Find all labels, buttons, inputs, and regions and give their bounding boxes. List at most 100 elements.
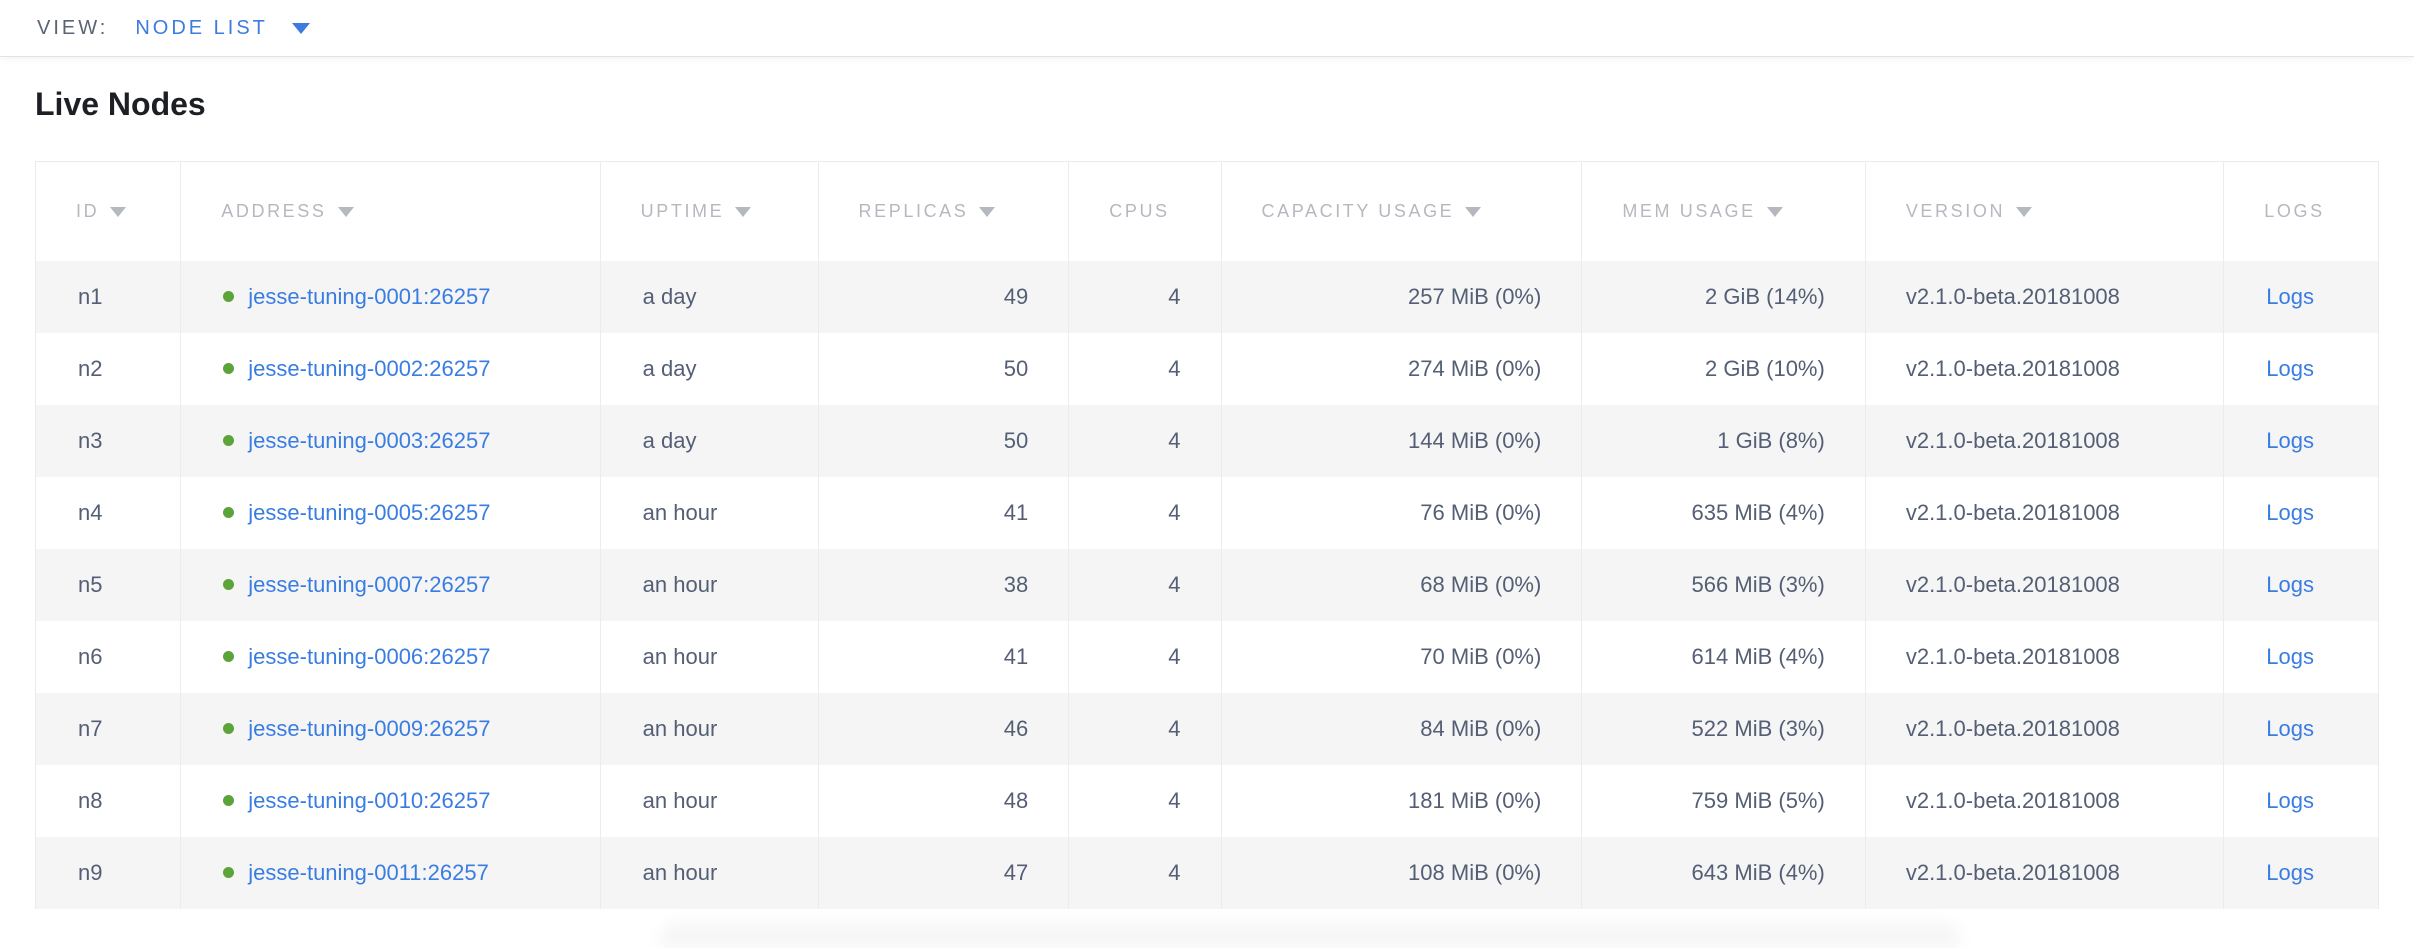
node-capacity-usage-cell: 76 MiB (0%): [1221, 477, 1582, 549]
node-address-link[interactable]: jesse-tuning-0010:26257: [248, 788, 490, 813]
node-id-cell: n7: [36, 693, 181, 765]
node-healthy-status-icon: [223, 723, 234, 734]
node-logs-link[interactable]: Logs: [2266, 572, 2314, 597]
live-nodes-section: Live Nodes ID ADDRESS UPTIME REPLICAS CP…: [0, 82, 2414, 909]
node-logs-link[interactable]: Logs: [2266, 860, 2314, 885]
node-address-cell: jesse-tuning-0010:26257: [181, 765, 600, 837]
node-id-cell: n8: [36, 765, 181, 837]
node-cpus-cell: 4: [1069, 549, 1221, 621]
node-version-cell: v2.1.0-beta.20181008: [1865, 837, 2223, 909]
node-healthy-status-icon: [223, 291, 234, 302]
node-healthy-status-icon: [223, 651, 234, 662]
node-cpus-cell: 4: [1069, 405, 1221, 477]
node-capacity-usage-cell: 181 MiB (0%): [1221, 765, 1582, 837]
table-row: n1 jesse-tuning-0001:26257 a day 49 4 25…: [36, 261, 2379, 333]
column-header-logs: LOGS: [2224, 162, 2379, 261]
node-mem-usage-cell: 759 MiB (5%): [1582, 765, 1866, 837]
node-logs-link[interactable]: Logs: [2266, 356, 2314, 381]
sort-desc-icon: [735, 207, 751, 217]
node-cpus-cell: 4: [1069, 765, 1221, 837]
node-uptime-cell: an hour: [600, 477, 818, 549]
node-logs-cell: Logs: [2224, 621, 2379, 693]
node-capacity-usage-cell: 144 MiB (0%): [1221, 405, 1582, 477]
node-logs-cell: Logs: [2224, 765, 2379, 837]
node-replicas-cell: 50: [818, 405, 1069, 477]
column-header-id[interactable]: ID: [36, 162, 181, 261]
node-logs-link[interactable]: Logs: [2266, 716, 2314, 741]
node-address-link[interactable]: jesse-tuning-0006:26257: [248, 644, 490, 669]
column-header-version[interactable]: VERSION: [1865, 162, 2223, 261]
table-row: n6 jesse-tuning-0006:26257 an hour 41 4 …: [36, 621, 2379, 693]
node-replicas-cell: 50: [818, 333, 1069, 405]
node-address-link[interactable]: jesse-tuning-0003:26257: [248, 428, 490, 453]
node-id-cell: n9: [36, 837, 181, 909]
table-header-row: ID ADDRESS UPTIME REPLICAS CPUS CAPACITY…: [36, 162, 2379, 261]
node-id-cell: n5: [36, 549, 181, 621]
node-mem-usage-cell: 522 MiB (3%): [1582, 693, 1866, 765]
node-address-cell: jesse-tuning-0001:26257: [181, 261, 600, 333]
node-mem-usage-cell: 2 GiB (10%): [1582, 333, 1866, 405]
node-logs-cell: Logs: [2224, 333, 2379, 405]
node-uptime-cell: an hour: [600, 621, 818, 693]
node-address-link[interactable]: jesse-tuning-0005:26257: [248, 500, 490, 525]
node-healthy-status-icon: [223, 579, 234, 590]
node-cpus-cell: 4: [1069, 261, 1221, 333]
node-uptime-cell: a day: [600, 333, 818, 405]
table-body: n1 jesse-tuning-0001:26257 a day 49 4 25…: [36, 261, 2379, 909]
view-selector-bar: VIEW: NODE LIST: [0, 0, 2414, 57]
column-header-replicas[interactable]: REPLICAS: [818, 162, 1069, 261]
node-uptime-cell: an hour: [600, 837, 818, 909]
node-logs-link[interactable]: Logs: [2266, 428, 2314, 453]
node-version-cell: v2.1.0-beta.20181008: [1865, 693, 2223, 765]
bottom-shadow-decoration: [660, 922, 1960, 948]
node-replicas-cell: 41: [818, 477, 1069, 549]
node-id-cell: n3: [36, 405, 181, 477]
node-logs-link[interactable]: Logs: [2266, 284, 2314, 309]
node-id-cell: n4: [36, 477, 181, 549]
live-nodes-table: ID ADDRESS UPTIME REPLICAS CPUS CAPACITY…: [35, 161, 2379, 909]
page-title: Live Nodes: [35, 82, 2379, 126]
node-capacity-usage-cell: 84 MiB (0%): [1221, 693, 1582, 765]
node-mem-usage-cell: 1 GiB (8%): [1582, 405, 1866, 477]
node-capacity-usage-cell: 274 MiB (0%): [1221, 333, 1582, 405]
node-id-cell: n6: [36, 621, 181, 693]
column-header-address[interactable]: ADDRESS: [181, 162, 600, 261]
node-version-cell: v2.1.0-beta.20181008: [1865, 621, 2223, 693]
node-address-link[interactable]: jesse-tuning-0009:26257: [248, 716, 490, 741]
sort-desc-icon: [110, 207, 126, 217]
node-capacity-usage-cell: 108 MiB (0%): [1221, 837, 1582, 909]
table-row: n3 jesse-tuning-0003:26257 a day 50 4 14…: [36, 405, 2379, 477]
node-healthy-status-icon: [223, 507, 234, 518]
node-address-link[interactable]: jesse-tuning-0007:26257: [248, 572, 490, 597]
node-logs-link[interactable]: Logs: [2266, 644, 2314, 669]
node-logs-cell: Logs: [2224, 477, 2379, 549]
sort-desc-icon: [338, 207, 354, 217]
column-header-capacity-usage[interactable]: CAPACITY USAGE: [1221, 162, 1582, 261]
view-dropdown[interactable]: NODE LIST: [135, 17, 310, 40]
node-uptime-cell: a day: [600, 261, 818, 333]
node-replicas-cell: 46: [818, 693, 1069, 765]
node-cpus-cell: 4: [1069, 621, 1221, 693]
node-logs-link[interactable]: Logs: [2266, 788, 2314, 813]
column-header-mem-usage[interactable]: MEM USAGE: [1582, 162, 1866, 261]
node-version-cell: v2.1.0-beta.20181008: [1865, 549, 2223, 621]
sort-desc-icon: [1767, 207, 1783, 217]
view-dropdown-value: NODE LIST: [135, 17, 268, 40]
node-cpus-cell: 4: [1069, 693, 1221, 765]
node-healthy-status-icon: [223, 867, 234, 878]
node-address-link[interactable]: jesse-tuning-0002:26257: [248, 356, 490, 381]
table-row: n9 jesse-tuning-0011:26257 an hour 47 4 …: [36, 837, 2379, 909]
sort-desc-icon: [979, 207, 995, 217]
node-healthy-status-icon: [223, 363, 234, 374]
node-uptime-cell: an hour: [600, 549, 818, 621]
column-header-uptime[interactable]: UPTIME: [600, 162, 818, 261]
node-logs-link[interactable]: Logs: [2266, 500, 2314, 525]
node-cpus-cell: 4: [1069, 477, 1221, 549]
node-address-cell: jesse-tuning-0005:26257: [181, 477, 600, 549]
node-address-cell: jesse-tuning-0002:26257: [181, 333, 600, 405]
node-logs-cell: Logs: [2224, 405, 2379, 477]
node-id-cell: n1: [36, 261, 181, 333]
node-address-link[interactable]: jesse-tuning-0001:26257: [248, 284, 490, 309]
node-address-link[interactable]: jesse-tuning-0011:26257: [248, 860, 489, 885]
node-mem-usage-cell: 643 MiB (4%): [1582, 837, 1866, 909]
